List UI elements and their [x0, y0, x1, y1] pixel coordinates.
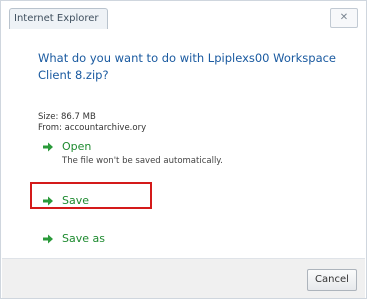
file-size: Size: 86.7 MB [38, 112, 96, 122]
green-arrow-icon [43, 142, 53, 152]
window-title: Internet Explorer [9, 8, 108, 29]
title-bar: Internet Explorer ✕ [1, 1, 366, 31]
save-as-option-label: Save as [62, 232, 105, 245]
green-arrow-icon [43, 234, 53, 244]
save-highlight-box [30, 182, 152, 209]
open-option[interactable]: Open The file won't be saved automatical… [42, 140, 223, 167]
close-button[interactable]: ✕ [330, 8, 358, 28]
close-icon: ✕ [339, 12, 349, 23]
download-question: What do you want to do with Lpiplexs00 W… [38, 51, 337, 82]
download-dialog: Internet Explorer ✕ What do you want to … [0, 0, 367, 299]
file-source: From: accountarchive.ory [38, 123, 147, 133]
dialog-footer: Cancel [2, 258, 365, 298]
dialog-content: What do you want to do with Lpiplexs00 W… [2, 32, 365, 258]
save-as-option[interactable]: Save as [42, 232, 105, 246]
file-meta: Size: 86.7 MB From: accountarchive.ory [38, 112, 146, 134]
cancel-button[interactable]: Cancel [307, 269, 357, 291]
open-option-label: Open [62, 140, 92, 153]
open-option-description: The file won't be saved automatically. [62, 156, 223, 166]
